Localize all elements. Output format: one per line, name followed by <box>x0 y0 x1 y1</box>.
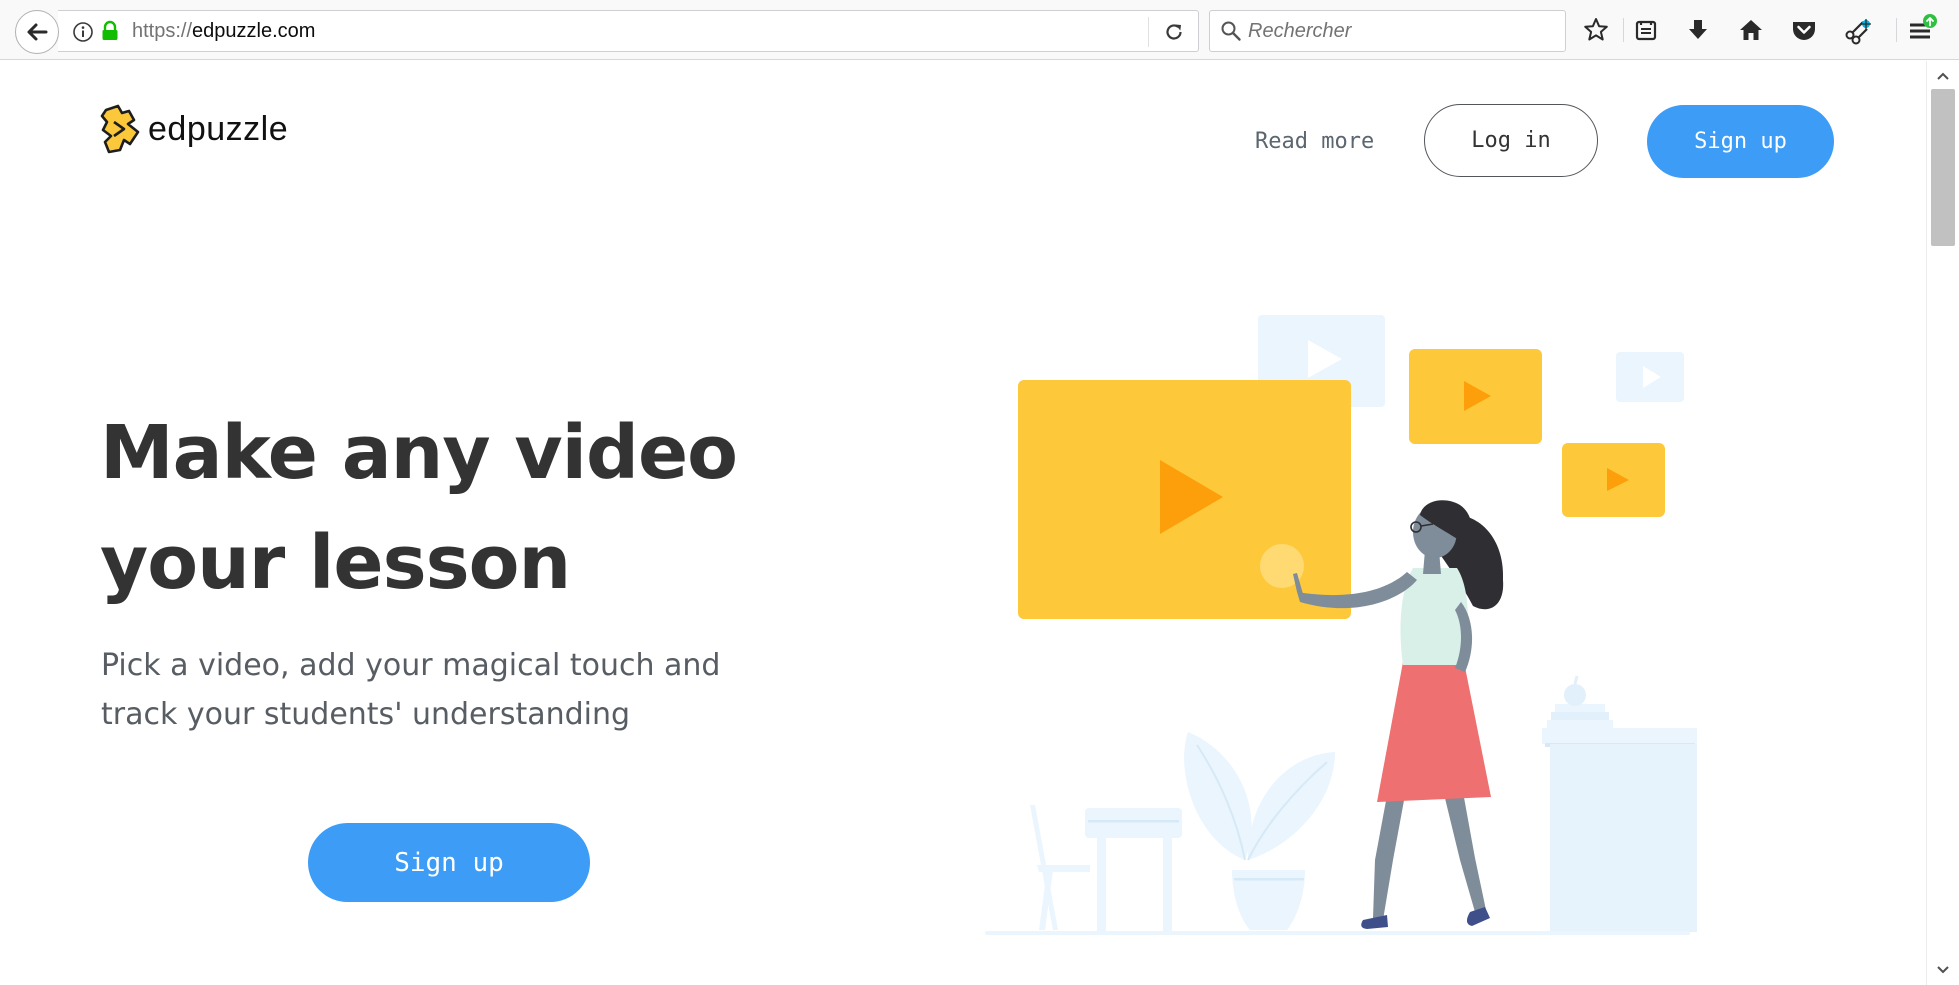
hero-title: Make any video your lesson <box>100 398 860 618</box>
video-icon <box>1562 443 1665 517</box>
star-icon[interactable] <box>1580 14 1612 46</box>
page-scrollbar[interactable] <box>1926 61 1959 985</box>
scroll-down-arrow-icon[interactable] <box>1935 961 1951 980</box>
books-and-apple-shape <box>1547 675 1613 728</box>
puzzle-logo-icon <box>100 104 140 154</box>
pocket-icon[interactable] <box>1788 14 1820 46</box>
scrollbar-thumb[interactable] <box>1931 89 1955 246</box>
hero-subtitle: Pick a video, add your magical touch and… <box>101 641 821 739</box>
hero-subtitle-line2: track your students' understanding <box>101 697 631 732</box>
hero-signup-button[interactable]: Sign up <box>308 823 590 902</box>
desk-shape <box>1085 808 1182 931</box>
reading-list-icon[interactable] <box>1630 14 1662 46</box>
hero-subtitle-line1: Pick a video, add your magical touch and <box>101 648 721 683</box>
lock-icon[interactable] <box>100 20 120 46</box>
search-bar[interactable] <box>1209 10 1566 52</box>
browser-toolbar: https://edpuzzle.com <box>0 0 1959 60</box>
menu-icon[interactable] <box>1906 14 1938 46</box>
toolbar-separator <box>1623 18 1624 42</box>
edpuzzle-logo[interactable]: edpuzzle <box>100 104 288 154</box>
login-button[interactable]: Log in <box>1424 104 1598 177</box>
chair-shape <box>1030 805 1090 930</box>
search-input[interactable] <box>1248 16 1548 46</box>
header-signup-button[interactable]: Sign up <box>1647 105 1834 178</box>
url-protocol: https:// <box>132 20 193 42</box>
search-icon <box>1220 20 1242 46</box>
info-icon[interactable] <box>72 21 94 47</box>
video-icon <box>1409 349 1542 444</box>
hero-title-line2: your lesson <box>100 520 571 606</box>
scroll-up-arrow-icon[interactable] <box>1935 67 1951 86</box>
url-host: edpuzzle.com <box>192 20 316 42</box>
customize-icon[interactable] <box>1842 14 1874 46</box>
hero-title-line1: Make any video <box>100 410 738 496</box>
main-video-icon <box>1018 380 1351 619</box>
back-button[interactable] <box>15 10 59 54</box>
reload-icon[interactable] <box>1162 20 1186 48</box>
url-text[interactable]: https://edpuzzle.com <box>132 20 315 43</box>
hero-illustration <box>985 315 1697 935</box>
download-icon[interactable] <box>1682 14 1714 46</box>
back-arrow-icon <box>27 23 48 41</box>
home-icon[interactable] <box>1735 14 1767 46</box>
url-bar[interactable]: https://edpuzzle.com <box>58 10 1199 52</box>
read-more-link[interactable]: Read more <box>1255 129 1374 154</box>
toolbar-separator <box>1896 18 1897 42</box>
logo-text: edpuzzle <box>148 109 289 148</box>
faint-video-icon <box>1616 352 1684 402</box>
floor-line <box>985 931 1690 935</box>
cabinet-shape <box>1542 728 1697 932</box>
url-separator <box>1148 17 1149 47</box>
plant-shape <box>1184 732 1335 930</box>
